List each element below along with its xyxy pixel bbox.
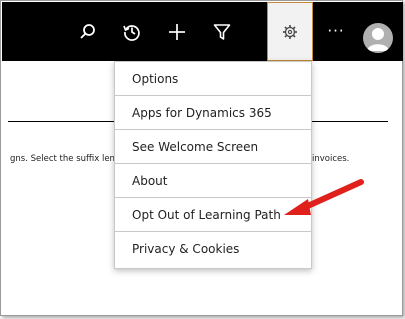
gear-icon: [283, 24, 297, 39]
filter-button[interactable]: [202, 2, 242, 61]
avatar-icon: [367, 28, 389, 51]
search-button[interactable]: [68, 2, 108, 61]
menu-item-privacy-cookies[interactable]: Privacy & Cookies: [115, 232, 311, 266]
screenshot-frame: ··· gns. Select the suffix len invoices.…: [0, 0, 403, 316]
settings-dropdown-menu: Options Apps for Dynamics 365 See Welcom…: [114, 61, 312, 269]
plus-icon: [169, 23, 185, 40]
red-arrow-annotation: [284, 179, 364, 215]
background-text-left: gns. Select the suffix len: [10, 154, 115, 164]
menu-item-apps-for-dynamics-365[interactable]: Apps for Dynamics 365: [115, 96, 311, 130]
menu-item-options[interactable]: Options: [115, 62, 311, 96]
recent-button[interactable]: [112, 2, 152, 61]
settings-button[interactable]: [267, 2, 313, 61]
search-icon: [80, 23, 95, 39]
menu-item-see-welcome-screen[interactable]: See Welcome Screen: [115, 130, 311, 164]
user-avatar-button[interactable]: [363, 23, 393, 53]
more-options-button[interactable]: ···: [318, 2, 354, 61]
filter-icon: [213, 23, 231, 40]
top-navigation-bar: ···: [2, 2, 403, 61]
background-text-right: invoices.: [312, 154, 350, 164]
history-icon: [123, 24, 140, 41]
new-button[interactable]: [157, 2, 197, 61]
